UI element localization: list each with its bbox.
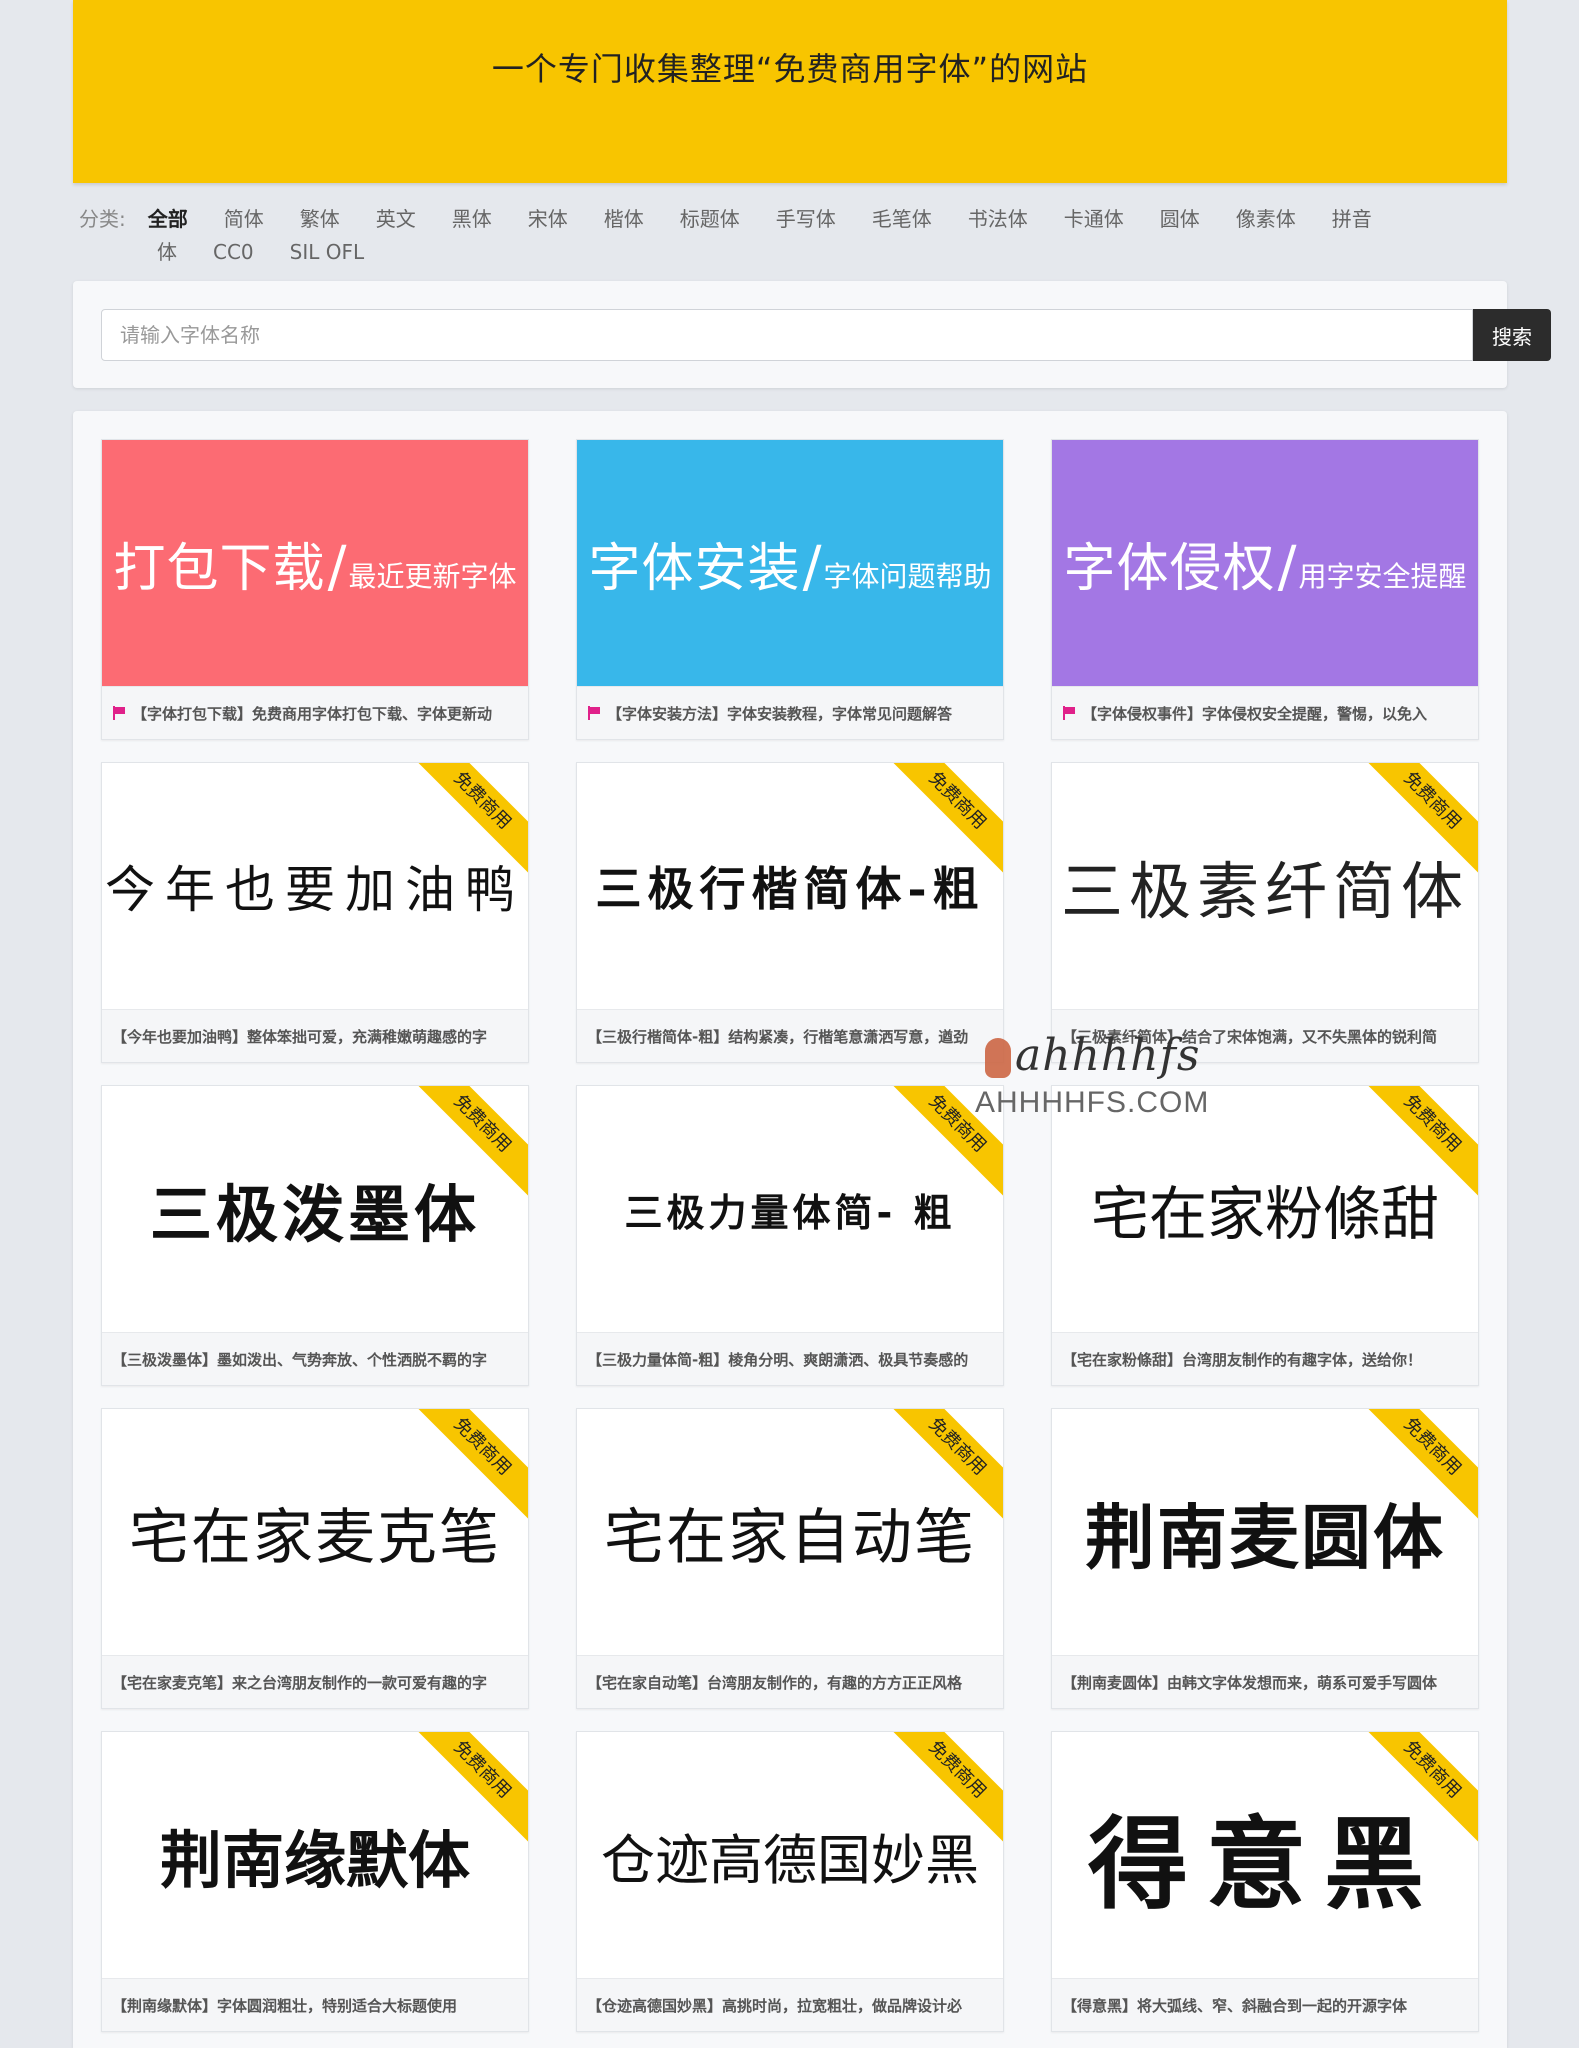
font-sample: 今年也要加油鸭	[105, 861, 525, 919]
promo-slash: /	[802, 534, 822, 600]
font-sample: 三极行楷简体-粗	[595, 862, 985, 916]
category-cartoon[interactable]: 卡通体	[1064, 207, 1124, 231]
category-heiti[interactable]: 黑体	[452, 207, 492, 231]
font-sample: 三极泼墨体	[149, 1178, 480, 1251]
card-caption: 【三极泼墨体】墨如泼出、气势奔放、个性洒脱不羁的字	[102, 1332, 528, 1385]
card-caption: 【字体打包下载】免费商用字体打包下载、字体更新动	[102, 686, 528, 739]
font-grid-panel: 打包下载 / 最近更新字体 【字体打包下载】免费商用字体打包下载、字体更新动 字体安…	[73, 411, 1507, 2048]
font-card[interactable]: 仓迹高德国妙黑 免费商用 【仓迹高德国妙黑】高挑时尚，拉宽粗壮，做品牌设计必	[576, 1731, 1004, 2032]
promo-card-infringement[interactable]: 字体侵权 / 用字安全提醒 【字体侵权事件】字体侵权安全提醒，警惕，以免入	[1051, 439, 1479, 740]
font-sample: 三极素纤简体	[1060, 855, 1469, 928]
font-sample: 三极力量体简- 粗	[624, 1190, 956, 1235]
flag-icon	[587, 706, 601, 720]
search-panel: 搜索	[73, 281, 1551, 388]
font-sample: 仓迹高德国妙黑	[601, 1828, 979, 1892]
font-card[interactable]: 宅在家麦克笔 免费商用 【宅在家麦克笔】来之台湾朋友制作的一款可爱有趣的字	[101, 1408, 529, 1709]
promo-sub: 最近更新字体	[348, 559, 517, 593]
font-card[interactable]: 今年也要加油鸭 免费商用 【今年也要加油鸭】整体笨拙可爱，充满稚嫩萌趣感的字	[101, 762, 529, 1063]
font-sample: 荆南缘默体	[159, 1824, 470, 1897]
card-caption: 【今年也要加油鸭】整体笨拙可爱，充满稚嫩萌趣感的字	[102, 1009, 528, 1062]
card-caption: 【宅在家粉條甜】台湾朋友制作的有趣字体，送给你！	[1052, 1332, 1478, 1385]
category-all[interactable]: 全部	[148, 207, 188, 231]
category-handwriting[interactable]: 手写体	[776, 207, 836, 231]
font-card[interactable]: 荆南缘默体 免费商用 【荆南缘默体】字体圆润粗壮，特别适合大标题使用	[101, 1731, 529, 2032]
category-brush[interactable]: 毛笔体	[872, 207, 932, 231]
promo-main: 打包下载	[113, 538, 326, 599]
font-sample: 宅在家麦克笔	[129, 1502, 501, 1573]
category-pixel[interactable]: 像素体	[1236, 207, 1296, 231]
promo-image: 打包下载 / 最近更新字体	[102, 440, 528, 686]
promo-sub: 字体问题帮助	[823, 559, 992, 593]
font-card[interactable]: 宅在家自动笔 免费商用 【宅在家自动笔】台湾朋友制作的，有趣的方方正正风格	[576, 1408, 1004, 1709]
promo-sub: 用字安全提醒	[1298, 559, 1467, 593]
category-bar: 分类: 全部 简体 繁体 英文 黑体 宋体 楷体 标题体 手写体 毛笔体 书法体 卡通体 圆体 像素体 拼音 …	[79, 203, 1499, 269]
flag-icon	[1062, 706, 1076, 720]
category-english[interactable]: 英文	[376, 207, 416, 231]
font-card[interactable]: 三极行楷简体-粗 免费商用 【三极行楷简体-粗】结构紧凑，行楷笔意潇洒写意，遒劲	[576, 762, 1004, 1063]
promo-image: 字体侵权 / 用字安全提醒	[1052, 440, 1478, 686]
font-sample: 得意黑	[1088, 1805, 1442, 1923]
search-button[interactable]: 搜索	[1473, 309, 1551, 361]
category-songti[interactable]: 宋体	[528, 207, 568, 231]
font-card[interactable]: 得意黑 免费商用 【得意黑】将大弧线、窄、斜融合到一起的开源字体	[1051, 1731, 1479, 2032]
category-kaiti[interactable]: 楷体	[604, 207, 644, 231]
card-caption: 【字体侵权事件】字体侵权安全提醒，警惕，以免入	[1052, 686, 1478, 739]
card-caption: 【宅在家自动笔】台湾朋友制作的，有趣的方方正正风格	[577, 1655, 1003, 1708]
category-title[interactable]: 标题体	[680, 207, 740, 231]
font-card[interactable]: 三极泼墨体 免费商用 【三极泼墨体】墨如泼出、气势奔放、个性洒脱不羁的字	[101, 1085, 529, 1386]
category-round[interactable]: 圆体	[1160, 207, 1200, 231]
card-caption: 【仓迹高德国妙黑】高挑时尚，拉宽粗壮，做品牌设计必	[577, 1978, 1003, 2031]
category-line-2: 体 CC0 SIL OFL	[79, 236, 1499, 269]
font-sample: 荆南麦圆体	[1085, 1496, 1445, 1579]
card-caption: 【荆南缘默体】字体圆润粗壮，特别适合大标题使用	[102, 1978, 528, 2031]
banner-title: 一个专门收集整理“免费商用字体”的网站	[491, 50, 1089, 88]
category-sil-ofl[interactable]: SIL OFL	[290, 240, 364, 264]
font-sample: 宅在家自动笔	[604, 1502, 976, 1573]
font-card[interactable]: 三极素纤简体 免费商用 【三极素纤简体】结合了宋体饱满，又不失黑体的锐利简	[1051, 762, 1479, 1063]
promo-slash: /	[327, 534, 347, 600]
promo-slash: /	[1277, 534, 1297, 600]
top-banner: 一个专门收集整理“免费商用字体”的网站	[73, 0, 1507, 183]
card-caption: 【三极力量体简-粗】棱角分明、爽朗潇洒、极具节奏感的	[577, 1332, 1003, 1385]
promo-card-install[interactable]: 字体安装 / 字体问题帮助 【字体安装方法】字体安装教程，字体常见问题解答	[576, 439, 1004, 740]
category-line-1: 分类: 全部 简体 繁体 英文 黑体 宋体 楷体 标题体 手写体 毛笔体 书法体 卡通体 圆体 像素体 拼音	[79, 203, 1499, 236]
category-pinyin[interactable]: 拼音	[1332, 207, 1372, 231]
category-calligraphy[interactable]: 书法体	[968, 207, 1028, 231]
category-simplified[interactable]: 简体	[224, 207, 264, 231]
font-card[interactable]: 荆南麦圆体 免费商用 【荆南麦圆体】由韩文字体发想而来，萌系可爱手写圆体	[1051, 1408, 1479, 1709]
card-caption: 【宅在家麦克笔】来之台湾朋友制作的一款可爱有趣的字	[102, 1655, 528, 1708]
card-caption: 【三极素纤简体】结合了宋体饱满，又不失黑体的锐利简	[1052, 1009, 1478, 1062]
category-cc0[interactable]: CC0	[213, 240, 254, 264]
card-caption: 【得意黑】将大弧线、窄、斜融合到一起的开源字体	[1052, 1978, 1478, 2031]
card-caption: 【荆南麦圆体】由韩文字体发想而来，萌系可爱手写圆体	[1052, 1655, 1478, 1708]
card-caption: 【三极行楷简体-粗】结构紧凑，行楷笔意潇洒写意，遒劲	[577, 1009, 1003, 1062]
promo-main: 字体安装	[588, 538, 801, 599]
font-card[interactable]: 宅在家粉條甜 免费商用 【宅在家粉條甜】台湾朋友制作的有趣字体，送给你！	[1051, 1085, 1479, 1386]
flag-icon	[112, 706, 126, 720]
card-caption: 【字体安装方法】字体安装教程，字体常见问题解答	[577, 686, 1003, 739]
promo-main: 字体侵权	[1063, 538, 1276, 599]
font-sample: 宅在家粉條甜	[1090, 1180, 1439, 1248]
font-card[interactable]: 三极力量体简- 粗 免费商用 【三极力量体简-粗】棱角分明、爽朗潇洒、极具节奏感…	[576, 1085, 1004, 1386]
category-traditional[interactable]: 繁体	[300, 207, 340, 231]
category-label: 分类:	[79, 207, 126, 231]
promo-card-download[interactable]: 打包下载 / 最近更新字体 【字体打包下载】免费商用字体打包下载、字体更新动	[101, 439, 529, 740]
category-pinyin-cont[interactable]: 体	[157, 240, 177, 264]
search-input[interactable]	[101, 309, 1473, 361]
promo-image: 字体安装 / 字体问题帮助	[577, 440, 1003, 686]
